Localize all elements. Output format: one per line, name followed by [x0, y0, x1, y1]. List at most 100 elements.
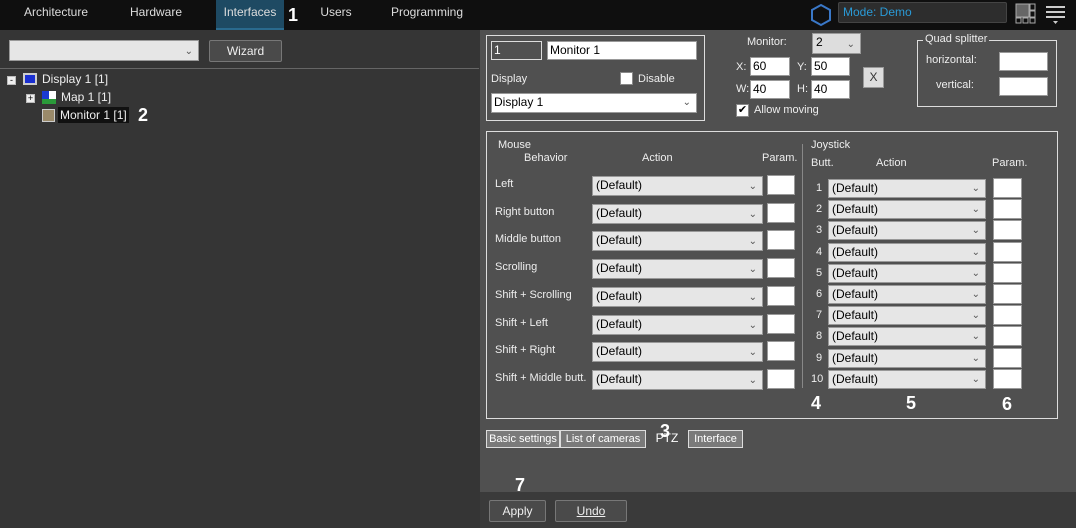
- behavior-header: Behavior: [524, 152, 568, 164]
- tree-item-monitor[interactable]: Monitor 1 [1]: [58, 107, 129, 123]
- tab-list-of-cameras[interactable]: List of cameras: [560, 430, 646, 448]
- joystick-action-value: (Default): [832, 202, 879, 217]
- joystick-param-field[interactable]: [993, 199, 1022, 220]
- joystick-action-select[interactable]: (Default) ⌄: [828, 369, 986, 389]
- mouse-param-field[interactable]: [767, 313, 795, 334]
- horizontal-field[interactable]: [999, 52, 1048, 71]
- mouse-param-field[interactable]: [767, 202, 795, 223]
- joystick-param-field[interactable]: [993, 284, 1022, 304]
- h-field[interactable]: 40: [811, 80, 850, 99]
- tree-item-map[interactable]: Map 1 [1]: [61, 90, 111, 104]
- disable-label: Disable: [638, 73, 675, 85]
- mouse-param-field[interactable]: [767, 258, 795, 279]
- w-field[interactable]: 40: [750, 80, 790, 99]
- vertical-field[interactable]: [999, 77, 1048, 96]
- annotation-5: 5: [906, 393, 917, 413]
- y-field[interactable]: 50: [811, 57, 850, 76]
- joystick-action-select[interactable]: (Default) ⌄: [828, 179, 986, 198]
- mouse-action-select[interactable]: (Default) ⌄: [592, 259, 763, 280]
- display-value: Display 1: [494, 95, 544, 109]
- joystick-action-select[interactable]: (Default) ⌄: [828, 285, 986, 304]
- joystick-action-select[interactable]: (Default) ⌄: [828, 348, 986, 368]
- monitor-label: Monitor:: [747, 36, 787, 48]
- joystick-param-header: Param.: [992, 157, 1028, 169]
- x-field[interactable]: 60: [750, 57, 790, 76]
- mouse-action-select[interactable]: (Default) ⌄: [592, 231, 763, 252]
- chevron-down-icon: ⌄: [748, 319, 757, 331]
- mouse-action-value: (Default): [596, 288, 643, 303]
- mouse-action-select[interactable]: (Default) ⌄: [592, 342, 763, 363]
- joystick-param-field[interactable]: [993, 368, 1022, 389]
- joystick-button-number: 8: [816, 330, 823, 343]
- monitor-select[interactable]: 2 ⌄: [812, 33, 861, 54]
- disable-checkbox[interactable]: [620, 72, 633, 85]
- joystick-action-value: (Default): [832, 287, 879, 301]
- allow-moving-checkbox[interactable]: ✔: [736, 104, 749, 117]
- chevron-down-icon: ⌄: [971, 373, 980, 385]
- undo-button[interactable]: Undo: [555, 500, 627, 522]
- tab-interface[interactable]: Interface: [688, 430, 743, 448]
- joystick-action-value: (Default): [832, 181, 879, 195]
- collapse-icon[interactable]: -: [7, 76, 16, 85]
- mode-indicator[interactable]: Mode: Demo: [838, 2, 1007, 23]
- mouse-param-field[interactable]: [767, 175, 795, 195]
- apply-button[interactable]: Apply: [489, 500, 546, 522]
- wizard-button[interactable]: Wizard: [209, 40, 282, 62]
- mouse-param-field[interactable]: [767, 285, 795, 306]
- mouse-param-field[interactable]: [767, 368, 795, 389]
- h-label: H:: [797, 83, 808, 95]
- horizontal-label: horizontal:: [926, 54, 977, 66]
- tab-users[interactable]: Users: [310, 0, 362, 30]
- expand-icon[interactable]: +: [26, 94, 35, 103]
- tree-item-display[interactable]: Display 1 [1]: [42, 72, 108, 86]
- monitor-group: 1 Monitor 1 Display Disable Display 1 ⌄: [486, 35, 705, 121]
- joystick-param-field[interactable]: [993, 262, 1022, 283]
- tab-architecture[interactable]: Architecture: [14, 0, 98, 30]
- joystick-action-header: Action: [876, 157, 907, 169]
- tab-interfaces[interactable]: Interfaces: [216, 0, 284, 30]
- object-type-select[interactable]: ⌄: [9, 40, 199, 61]
- joystick-action-select[interactable]: (Default) ⌄: [828, 327, 986, 347]
- joystick-param-field[interactable]: [993, 178, 1022, 198]
- mouse-action-select[interactable]: (Default) ⌄: [592, 314, 763, 335]
- joystick-action-select[interactable]: (Default) ⌄: [828, 263, 986, 283]
- tab-programming[interactable]: Programming: [390, 0, 464, 30]
- joystick-action-select[interactable]: (Default) ⌄: [828, 200, 986, 220]
- joystick-button-number: 6: [816, 288, 823, 300]
- mouse-behavior-label: Middle button: [495, 233, 562, 246]
- joystick-param-field[interactable]: [993, 241, 1022, 262]
- display-select[interactable]: Display 1 ⌄: [491, 93, 697, 113]
- annotation-2: 2: [138, 105, 149, 125]
- chevron-down-icon: ⌄: [971, 289, 980, 300]
- chevron-down-icon: ⌄: [748, 347, 757, 359]
- menu-icon[interactable]: [1046, 4, 1066, 26]
- chevron-down-icon: ⌄: [748, 181, 757, 192]
- annotation-4: 4: [811, 393, 822, 413]
- joystick-param-field[interactable]: [993, 326, 1022, 347]
- mouse-action-select[interactable]: (Default) ⌄: [592, 203, 763, 224]
- monitor-name-field[interactable]: Monitor 1: [547, 41, 697, 60]
- mouse-action-select[interactable]: (Default) ⌄: [592, 369, 763, 390]
- tab-basic-settings[interactable]: Basic settings: [486, 430, 560, 448]
- layout-grid-icon[interactable]: [1015, 3, 1037, 25]
- reset-position-button[interactable]: X: [863, 67, 884, 88]
- joystick-param-field[interactable]: [993, 305, 1022, 326]
- joystick-action-value: (Default): [832, 350, 879, 365]
- divider: [802, 144, 803, 388]
- chevron-down-icon: ⌄: [971, 204, 980, 216]
- chevron-down-icon: ⌄: [971, 225, 980, 237]
- mouse-action-select[interactable]: (Default) ⌄: [592, 286, 763, 307]
- chevron-down-icon: ⌄: [748, 264, 757, 276]
- tab-hardware[interactable]: Hardware: [118, 0, 194, 30]
- mouse-param-field[interactable]: [767, 230, 795, 251]
- mouse-behavior-label: Right button: [495, 205, 555, 218]
- mouse-param-field[interactable]: [767, 341, 795, 362]
- monitor-id-field[interactable]: 1: [491, 41, 542, 60]
- joystick-action-select[interactable]: (Default) ⌄: [828, 242, 986, 262]
- joystick-param-field[interactable]: [993, 347, 1022, 368]
- joystick-param-field[interactable]: [993, 220, 1022, 241]
- joystick-action-select[interactable]: (Default) ⌄: [828, 306, 986, 326]
- joystick-button-number: 3: [816, 224, 823, 237]
- mouse-action-select[interactable]: (Default) ⌄: [592, 176, 763, 196]
- joystick-action-select[interactable]: (Default) ⌄: [828, 221, 986, 241]
